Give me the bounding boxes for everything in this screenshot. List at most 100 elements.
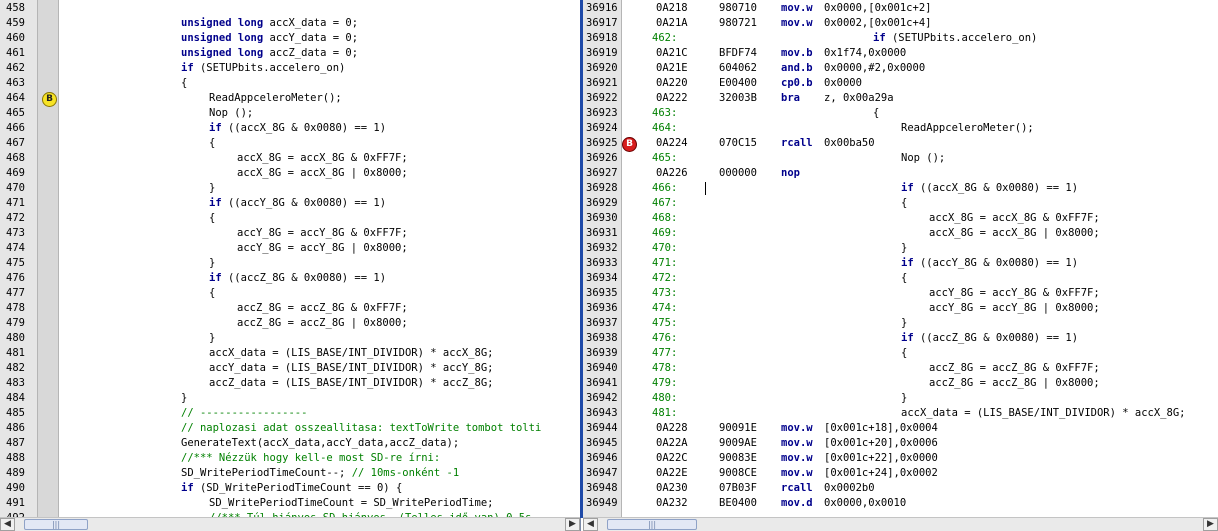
source-line-ref: 474: bbox=[652, 302, 678, 314]
disassembly-line[interactable]: 36925 B 0A224 070C15 rcall 0x00ba50 bbox=[583, 136, 1218, 152]
mixed-source-line[interactable]: 36934 472: { bbox=[583, 271, 1218, 286]
source-line[interactable]: 486 // naplozasi adat osszeallitasa: text… bbox=[0, 421, 580, 436]
source-code: accX_8G = accX_8G | 0x8000; bbox=[237, 166, 408, 181]
source-line[interactable]: 476 if ((accZ_8G & 0x0080) == 1) bbox=[0, 271, 580, 286]
disassembly-pane[interactable]: 36916 0A218 980710 mov.w 0x0000,[0x001c+2] 36… bbox=[583, 0, 1218, 531]
source-line[interactable]: 478 accZ_8G = accZ_8G & 0xFF7F; bbox=[0, 301, 580, 316]
mixed-source-line[interactable]: 36941 479: accZ_8G = accZ_8G | 0x8000; bbox=[583, 376, 1218, 391]
source-line[interactable]: 488 //*** Nézzük hogy kell-e most SD-re í… bbox=[0, 451, 580, 466]
mixed-source-line[interactable]: 36918 462: if (SETUPbits.accelero_on) bbox=[583, 31, 1218, 46]
right-horizontal-scrollbar[interactable]: ◀ ||| ▶ bbox=[583, 517, 1218, 531]
source-line[interactable]: 489 SD_WritePeriodTimeCount--; // 10ms-on… bbox=[0, 466, 580, 481]
scroll-left-button[interactable]: ◀ bbox=[0, 518, 15, 531]
mixed-source-line[interactable]: 36930 468: accX_8G = accX_8G & 0xFF7F; bbox=[583, 211, 1218, 226]
mixed-source-line[interactable]: 36936 474: accY_8G = accY_8G | 0x8000; bbox=[583, 301, 1218, 316]
source-line[interactable]: 462 if (SETUPbits.accelero_on) bbox=[0, 61, 580, 76]
source-line[interactable]: 475} bbox=[0, 256, 580, 271]
disassembly-line[interactable]: 36948 0A230 07B03F rcall 0x0002b0 bbox=[583, 481, 1218, 496]
code-text: { bbox=[181, 77, 188, 89]
scroll-right-button[interactable]: ▶ bbox=[565, 518, 580, 531]
source-line[interactable]: 480} bbox=[0, 331, 580, 346]
mixed-source-line[interactable]: 36940 478: accZ_8G = accZ_8G & 0xFF7F; bbox=[583, 361, 1218, 376]
source-line[interactable]: 485 // ----------------- bbox=[0, 406, 580, 421]
line-number: 36917 bbox=[586, 17, 618, 29]
mixed-source-line[interactable]: 36938 476: if ((accZ_8G & 0x0080) == 1) bbox=[583, 331, 1218, 346]
source-line[interactable]: 458 bbox=[0, 1, 580, 16]
source-line[interactable]: 465 Nop (); bbox=[0, 106, 580, 121]
disassembly-line[interactable]: 36919 0A21C BFDF74 mov.b 0x1f74,0x0000 bbox=[583, 46, 1218, 61]
disassembly-line[interactable]: 36944 0A228 90091E mov.w [0x001c+18],0x0004 bbox=[583, 421, 1218, 436]
operands: 0x0002,[0x001c+4] bbox=[824, 17, 932, 29]
mixed-source-line[interactable]: 36933 471: if ((accY_8G & 0x0080) == 1) bbox=[583, 256, 1218, 271]
disassembly-line[interactable]: 36921 0A220 E00400 cp0.b 0x0000 bbox=[583, 76, 1218, 91]
mixed-source-line[interactable]: 36924 464: ReadAppceleroMeter(); bbox=[583, 121, 1218, 136]
disassembly-line[interactable]: 36947 0A22E 9008CE mov.w [0x001c+24],0x0002 bbox=[583, 466, 1218, 481]
source-line[interactable]: 463 { bbox=[0, 76, 580, 91]
source-line[interactable]: 474 accY_8G = accY_8G | 0x8000; bbox=[0, 241, 580, 256]
source-line[interactable]: 482 accY_data = (LIS_BASE/INT_DIVIDOR) * … bbox=[0, 361, 580, 376]
source-line[interactable]: 484} bbox=[0, 391, 580, 406]
opcode: BE0400 bbox=[719, 497, 757, 509]
source-line[interactable]: 470} bbox=[0, 181, 580, 196]
code-text: unsigned long accZ_data = 0; bbox=[181, 47, 358, 59]
source-line[interactable]: 477 { bbox=[0, 286, 580, 301]
line-number: 36916 bbox=[586, 2, 618, 14]
mixed-source-line[interactable]: 36928 466: if ((accX_8G & 0x0080) == 1) bbox=[583, 181, 1218, 196]
disassembly-line[interactable]: 36920 0A21E 604062 and.b 0x0000,#2,0x0000 bbox=[583, 61, 1218, 76]
source-line[interactable]: 483 accZ_data = (LIS_BASE/INT_DIVIDOR) * … bbox=[0, 376, 580, 391]
disassembly-line[interactable]: 36922 0A222 32003B bra z, 0x00a29a bbox=[583, 91, 1218, 106]
mixed-source-line[interactable]: 36926 465: Nop (); bbox=[583, 151, 1218, 166]
line-number: 36924 bbox=[586, 122, 618, 134]
disassembly-line[interactable]: 36946 0A22C 90083E mov.w [0x001c+22],0x0000 bbox=[583, 451, 1218, 466]
source-editor-pane[interactable]: 458 459 unsigned long accX_data = 0; 460 uns… bbox=[0, 0, 581, 531]
disassembly-line[interactable]: 36917 0A21A 980721 mov.w 0x0002,[0x001c+4] bbox=[583, 16, 1218, 31]
source-line[interactable]: 466 if ((accX_8G & 0x0080) == 1) bbox=[0, 121, 580, 136]
source-line[interactable]: 467 { bbox=[0, 136, 580, 151]
scrollbar-thumb[interactable]: ||| bbox=[24, 519, 88, 530]
source-line[interactable]: 459 unsigned long accX_data = 0; bbox=[0, 16, 580, 31]
source-line[interactable]: 464 B ReadAppceleroMeter(); bbox=[0, 91, 580, 107]
instruction-address: 0A224 bbox=[656, 137, 688, 149]
source-code: } bbox=[901, 391, 907, 406]
breakpoint-marker-icon[interactable]: B bbox=[42, 92, 57, 107]
mixed-source-line[interactable]: 36923 463: { bbox=[583, 106, 1218, 121]
operands: [0x001c+22],0x0000 bbox=[824, 452, 938, 464]
source-line[interactable]: 490 if (SD_WritePeriodTimeCount == 0) { bbox=[0, 481, 580, 496]
opcode: BFDF74 bbox=[719, 47, 757, 59]
opcode: 90091E bbox=[719, 422, 757, 434]
source-line[interactable]: 471 if ((accY_8G & 0x0080) == 1) bbox=[0, 196, 580, 211]
source-code: // naplozasi adat osszeallitasa: textToW… bbox=[181, 421, 541, 436]
mixed-source-line[interactable]: 36942 480:} bbox=[583, 391, 1218, 406]
source-code: if (SETUPbits.accelero_on) bbox=[181, 61, 345, 76]
scrollbar-thumb[interactable]: ||| bbox=[607, 519, 697, 530]
disassembly-line[interactable]: 36945 0A22A 9009AE mov.w [0x001c+20],0x0006 bbox=[583, 436, 1218, 451]
breakpoint-active-icon[interactable]: B bbox=[622, 137, 637, 152]
mixed-source-line[interactable]: 36932 470:} bbox=[583, 241, 1218, 256]
grip-icon: ||| bbox=[647, 520, 657, 529]
scroll-right-button[interactable]: ▶ bbox=[1203, 518, 1218, 531]
disassembly-line[interactable]: 36949 0A232 BE0400 mov.d 0x0000,0x0010 bbox=[583, 496, 1218, 511]
source-line[interactable]: 479 accZ_8G = accZ_8G | 0x8000; bbox=[0, 316, 580, 331]
left-horizontal-scrollbar[interactable]: ◀ ||| ▶ bbox=[0, 517, 580, 531]
source-line[interactable]: 487 GenerateText(accX_data,accY_data,accZ… bbox=[0, 436, 580, 451]
disassembly-line[interactable]: 36916 0A218 980710 mov.w 0x0000,[0x001c+2] bbox=[583, 1, 1218, 16]
source-line[interactable]: 469 accX_8G = accX_8G | 0x8000; bbox=[0, 166, 580, 181]
mixed-source-line[interactable]: 36929 467: { bbox=[583, 196, 1218, 211]
source-line[interactable]: 468 accX_8G = accX_8G & 0xFF7F; bbox=[0, 151, 580, 166]
mixed-source-line[interactable]: 36931 469: accX_8G = accX_8G | 0x8000; bbox=[583, 226, 1218, 241]
mixed-source-line[interactable]: 36937 475:} bbox=[583, 316, 1218, 331]
source-line[interactable]: 473 accY_8G = accY_8G & 0xFF7F; bbox=[0, 226, 580, 241]
opcode: 9008CE bbox=[719, 467, 757, 479]
disassembly-line[interactable]: 36927 0A226 000000 nop bbox=[583, 166, 1218, 181]
source-line[interactable]: 472 { bbox=[0, 211, 580, 226]
source-line[interactable]: 461 unsigned long accZ_data = 0; bbox=[0, 46, 580, 61]
line-number: 36936 bbox=[586, 302, 618, 314]
scroll-left-button[interactable]: ◀ bbox=[583, 518, 598, 531]
mixed-source-line[interactable]: 36943 481: accX_data = (LIS_BASE/INT_DIVID… bbox=[583, 406, 1218, 421]
source-line[interactable]: 481 accX_data = (LIS_BASE/INT_DIVIDOR) * … bbox=[0, 346, 580, 361]
source-line[interactable]: 491 SD_WritePeriodTimeCount = SD_WritePer… bbox=[0, 496, 580, 511]
mixed-source-line[interactable]: 36935 473: accY_8G = accY_8G & 0xFF7F; bbox=[583, 286, 1218, 301]
source-line[interactable]: 460 unsigned long accY_data = 0; bbox=[0, 31, 580, 46]
line-number: 36926 bbox=[586, 152, 618, 164]
mixed-source-line[interactable]: 36939 477: { bbox=[583, 346, 1218, 361]
